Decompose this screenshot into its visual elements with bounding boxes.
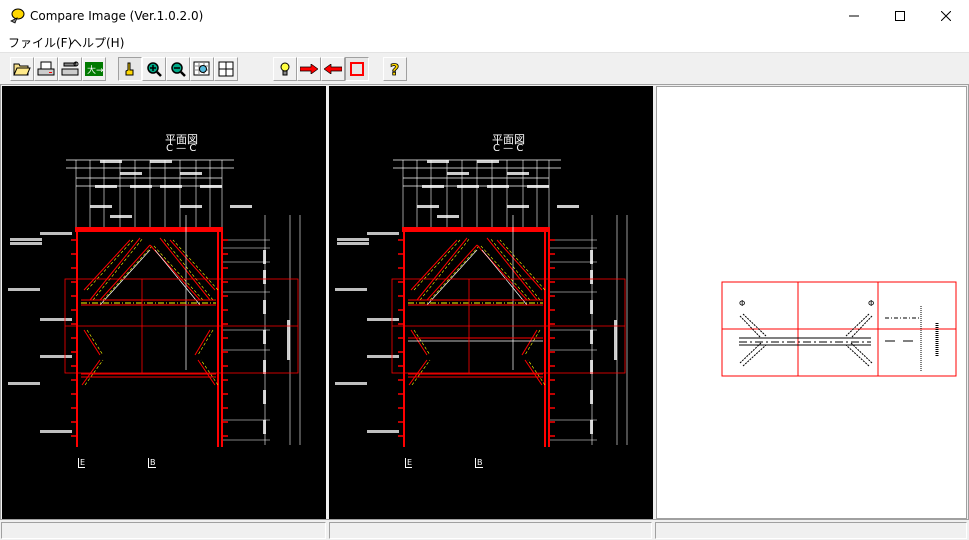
status-right — [655, 522, 967, 539]
status-left — [1, 522, 326, 539]
printer-setup-icon — [61, 61, 79, 76]
red-square-icon — [350, 62, 364, 76]
svg-text:大→: 大→ — [87, 64, 103, 76]
maximize-button[interactable] — [877, 0, 923, 32]
fit-all-icon — [218, 61, 234, 77]
zoom-out-button[interactable] — [166, 57, 190, 81]
status-bar — [0, 520, 969, 540]
cad-drawing-left — [8, 159, 301, 447]
printer-icon — [37, 61, 55, 76]
label-b: B — [475, 458, 483, 468]
help-button[interactable]: ? — [383, 57, 407, 81]
open-button[interactable] — [10, 57, 34, 81]
difference-preview-panel[interactable]: Φ Φ — [656, 86, 967, 519]
difference-preview: Φ Φ — [721, 281, 957, 377]
label-e: E — [405, 458, 413, 468]
zoom-out-icon — [171, 62, 186, 77]
drawing-section: C — C — [166, 143, 197, 154]
diff-frame-button[interactable] — [345, 57, 369, 81]
zoom-window-button[interactable] — [190, 57, 214, 81]
zoom-in-icon — [147, 62, 162, 77]
label-b: B — [148, 458, 156, 468]
toolbar: 大→ ? — [0, 52, 969, 84]
pan-button[interactable] — [118, 57, 142, 81]
zoom-in-button[interactable] — [142, 57, 166, 81]
lightbulb-icon — [280, 62, 290, 76]
svg-text:?: ? — [390, 60, 399, 78]
minimize-button[interactable] — [831, 0, 877, 32]
print-setup-button[interactable] — [58, 57, 82, 81]
exit-icon: 大→ — [85, 62, 103, 76]
original-image-panel[interactable]: 平面図 C — C E B — [2, 86, 326, 519]
label-e: E — [78, 458, 86, 468]
print-button[interactable] — [34, 57, 58, 81]
arrow-left-icon — [324, 64, 342, 74]
compared-image-panel[interactable]: 平面図 C — C E B — [329, 86, 653, 519]
zoom-window-icon — [193, 61, 210, 76]
folder-open-icon — [13, 63, 31, 76]
menu-file[interactable]: ファイル(F) — [8, 34, 72, 51]
minimize-icon — [849, 15, 859, 17]
menu-bar: ファイル(F) ヘルプ(H) — [0, 32, 969, 52]
menu-help[interactable]: ヘルプ(H) — [70, 34, 124, 51]
drawing-section: C — C — [493, 143, 524, 154]
cad-drawing-middle — [335, 159, 628, 447]
status-middle — [329, 522, 652, 539]
prev-diff-button[interactable] — [321, 57, 345, 81]
next-diff-button[interactable] — [297, 57, 321, 81]
title-bar: Compare Image (Ver.1.0.2.0) — [0, 0, 969, 32]
app-icon — [10, 8, 25, 24]
window-title: Compare Image (Ver.1.0.2.0) — [30, 9, 204, 23]
svg-text:Φ: Φ — [868, 299, 874, 308]
highlight-button[interactable] — [273, 57, 297, 81]
exit-button[interactable]: 大→ — [82, 57, 106, 81]
close-icon — [941, 11, 951, 21]
svg-text:Φ: Φ — [739, 299, 745, 308]
fit-button[interactable] — [214, 57, 238, 81]
hand-icon — [125, 62, 134, 76]
maximize-icon — [895, 11, 905, 21]
arrow-right-icon — [300, 64, 318, 74]
close-button[interactable] — [923, 0, 969, 32]
help-icon: ? — [390, 60, 400, 78]
